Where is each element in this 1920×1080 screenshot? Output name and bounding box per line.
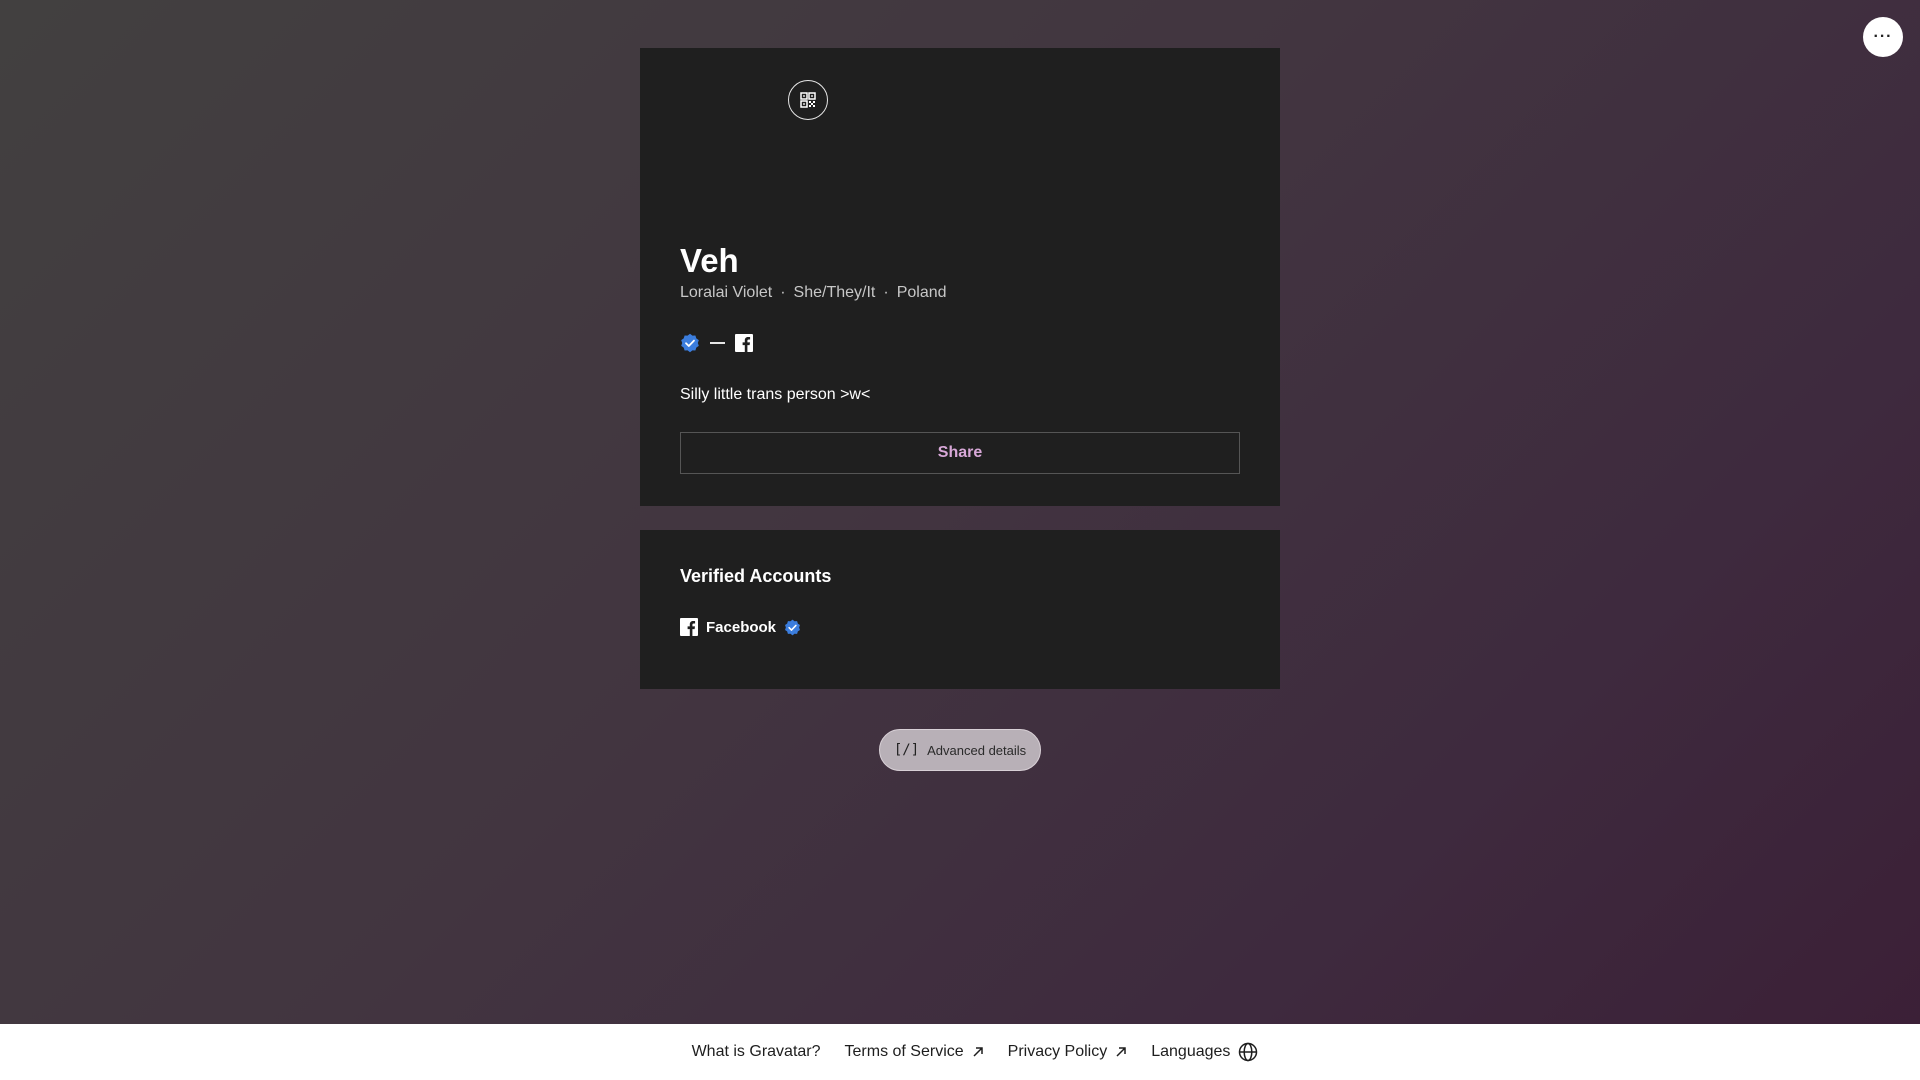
- location: Poland: [896, 284, 947, 301]
- meta-separator: ·: [883, 284, 889, 301]
- profile-meta: Loralai Violet · She/They/It · Poland: [680, 284, 947, 302]
- verified-account-facebook[interactable]: Facebook: [680, 618, 801, 636]
- pronouns: She/They/It: [793, 284, 876, 301]
- advanced-details-label: Advanced details: [927, 742, 1027, 758]
- footer-link-terms[interactable]: Terms of Service: [845, 1043, 984, 1061]
- profile-card: Veh Loralai Violet · She/They/It · Polan…: [640, 48, 1280, 506]
- footer-link-label: Languages: [1151, 1043, 1231, 1060]
- qr-code-button[interactable]: [788, 80, 828, 120]
- separator-dash: [710, 342, 725, 344]
- qr-code-icon: [800, 92, 816, 108]
- code-brackets-icon: [/]: [893, 742, 920, 758]
- verified-accounts-card: Verified Accounts Facebook: [640, 530, 1280, 689]
- verified-accounts-title: Verified Accounts: [680, 566, 832, 586]
- advanced-details-button[interactable]: [/] Advanced details: [879, 729, 1041, 771]
- facebook-icon[interactable]: [735, 334, 753, 352]
- footer-link-what-is-gravatar[interactable]: What is Gravatar?: [692, 1043, 821, 1061]
- verified-badge-icon: [681, 333, 699, 353]
- footer-link-label: Privacy Policy: [1007, 1043, 1108, 1060]
- footer-link-label: Terms of Service: [844, 1043, 964, 1060]
- profile-bio: Silly little trans person >w<: [680, 386, 871, 403]
- verified-icons-row: [680, 333, 753, 353]
- external-arrow-icon: [973, 1047, 983, 1057]
- verified-account-label: Facebook: [706, 618, 777, 636]
- more-options-icon: ···: [1873, 28, 1893, 45]
- facebook-icon: [680, 618, 698, 636]
- footer: What is Gravatar? Terms of Service Priva…: [0, 1024, 1920, 1080]
- full-name: Loralai Violet: [680, 284, 773, 301]
- globe-icon: [1239, 1042, 1258, 1062]
- footer-link-label: What is Gravatar?: [691, 1043, 821, 1060]
- more-options-button[interactable]: ···: [1863, 17, 1903, 57]
- footer-link-privacy[interactable]: Privacy Policy: [1008, 1043, 1128, 1061]
- display-name: Veh: [680, 242, 739, 279]
- external-arrow-icon: [1116, 1047, 1126, 1057]
- verified-badge-icon: [785, 619, 801, 635]
- share-button[interactable]: Share: [680, 432, 1240, 474]
- meta-separator: ·: [780, 284, 786, 301]
- footer-languages-button[interactable]: Languages: [1151, 1042, 1258, 1062]
